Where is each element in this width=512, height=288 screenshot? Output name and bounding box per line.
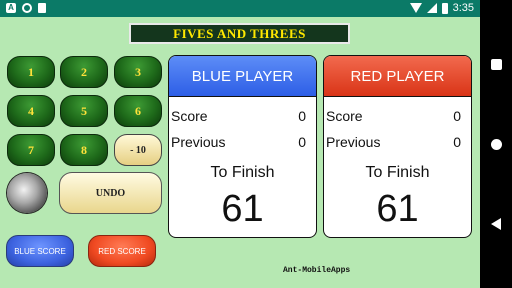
home-icon xyxy=(490,138,502,150)
red-score-button[interactable]: RED SCORE xyxy=(88,235,156,267)
blue-finish-value: 61 xyxy=(221,188,264,230)
number-button-2[interactable]: 2 xyxy=(60,56,108,88)
status-bar: A 3:35 xyxy=(0,0,480,17)
recents-icon xyxy=(490,58,502,70)
home-button[interactable] xyxy=(488,136,504,152)
blue-player-panel: BLUE PLAYER Score 0 Previous 0 To Finish… xyxy=(168,55,317,238)
red-score-value: 0 xyxy=(453,108,461,124)
back-icon xyxy=(491,218,501,230)
red-previous-row: Previous 0 xyxy=(326,134,461,150)
red-previous-label: Previous xyxy=(326,134,381,150)
number-button-3[interactable]: 3 xyxy=(114,56,162,88)
blue-previous-row: Previous 0 xyxy=(171,134,306,150)
minus-ten-button[interactable]: - 10 xyxy=(114,134,162,166)
blue-score-value: 0 xyxy=(298,108,306,124)
navigation-bar xyxy=(480,0,512,288)
blue-score-button[interactable]: BLUE SCORE xyxy=(6,235,74,267)
record-icon xyxy=(22,3,32,13)
red-score-row: Score 0 xyxy=(326,108,461,124)
back-button[interactable] xyxy=(488,216,504,232)
red-finish-value: 61 xyxy=(376,188,419,230)
blue-score-label: Score xyxy=(171,108,208,124)
signal-icon xyxy=(426,3,437,13)
a-icon: A xyxy=(6,3,16,13)
number-button-5[interactable]: 5 xyxy=(60,95,108,127)
blue-score-row: Score 0 xyxy=(171,108,306,124)
sphere-button[interactable] xyxy=(7,173,47,213)
number-button-7[interactable]: 7 xyxy=(7,134,55,166)
red-player-panel: RED PLAYER Score 0 Previous 0 To Finish … xyxy=(323,55,472,238)
number-button-4[interactable]: 4 xyxy=(7,95,55,127)
blue-previous-label: Previous xyxy=(171,134,226,150)
red-player-title: RED PLAYER xyxy=(324,56,471,97)
red-previous-value: 0 xyxy=(453,134,461,150)
number-button-1[interactable]: 1 xyxy=(7,56,55,88)
red-finish-label: To Finish xyxy=(365,164,430,181)
blue-previous-value: 0 xyxy=(298,134,306,150)
recents-button[interactable] xyxy=(488,56,504,72)
app-title: FIVES AND THREES xyxy=(129,23,350,44)
undo-button[interactable]: UNDO xyxy=(59,172,162,214)
red-score-label: Score xyxy=(326,108,363,124)
wifi-icon xyxy=(409,3,422,13)
clock: 3:35 xyxy=(452,2,474,14)
blue-finish-label: To Finish xyxy=(210,164,275,181)
blue-player-title: BLUE PLAYER xyxy=(169,56,316,97)
battery-icon xyxy=(441,2,448,14)
number-button-6[interactable]: 6 xyxy=(114,95,162,127)
sim-icon xyxy=(38,3,46,13)
number-button-8[interactable]: 8 xyxy=(60,134,108,166)
brand-label: Ant-MobileApps xyxy=(283,266,351,275)
